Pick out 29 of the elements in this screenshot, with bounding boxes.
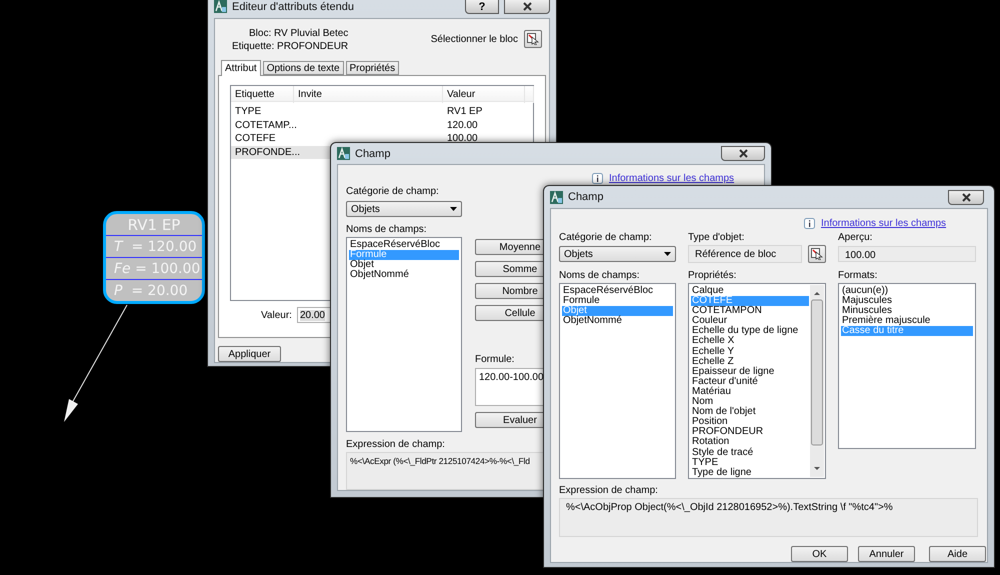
table-cell-text: 100.00 — [446, 133, 478, 144]
column-header: Valeur — [443, 86, 525, 103]
formula-label: Formule: — [475, 354, 514, 365]
window-title: Champ — [568, 191, 604, 203]
object-type-field: Référence de bloc — [688, 245, 802, 263]
expression-field: %<\AcObjProp Object(%<\_ObjId 2128016952>%).TextString \f "%tc4">% — [559, 498, 978, 537]
category-label: Catégorie de champ: — [346, 186, 439, 197]
expression-label: Expression de champ: — [346, 439, 445, 450]
preview-label: Aperçu: — [838, 232, 872, 243]
table-cell-text: 120.00 — [446, 120, 478, 131]
table-cell-text: RV1 EP — [446, 106, 482, 118]
column-header: Invite — [294, 86, 443, 103]
tag-label: Etiquette: PROFONDEUR — [231, 41, 348, 52]
formats-label: Formats: — [838, 270, 878, 281]
table-cell-text: TYPE — [234, 106, 262, 118]
value-label: Valeur: — [261, 310, 292, 320]
expression-label: Expression de champ: — [559, 485, 658, 496]
column-header: Etiquette — [231, 86, 294, 103]
table-cell-text: COTETAMP... — [234, 120, 297, 131]
window-title: Champ — [355, 148, 390, 160]
table-cell-text: PROFONDE... — [234, 146, 300, 158]
object-type-label: Type d'objet: — [688, 232, 744, 243]
table-cell-text: COTEFE — [234, 133, 276, 144]
preview-field: 100.00 — [838, 246, 976, 262]
field-names-label: Noms de champs: — [346, 224, 427, 235]
select-block-label: Sélectionner le bloc — [430, 34, 518, 44]
properties-label: Propriétés: — [688, 270, 736, 281]
window-title: Editeur d'attributs étendu — [232, 0, 354, 12]
block-name-label: Bloc: RV Pluvial Betec — [248, 28, 348, 39]
